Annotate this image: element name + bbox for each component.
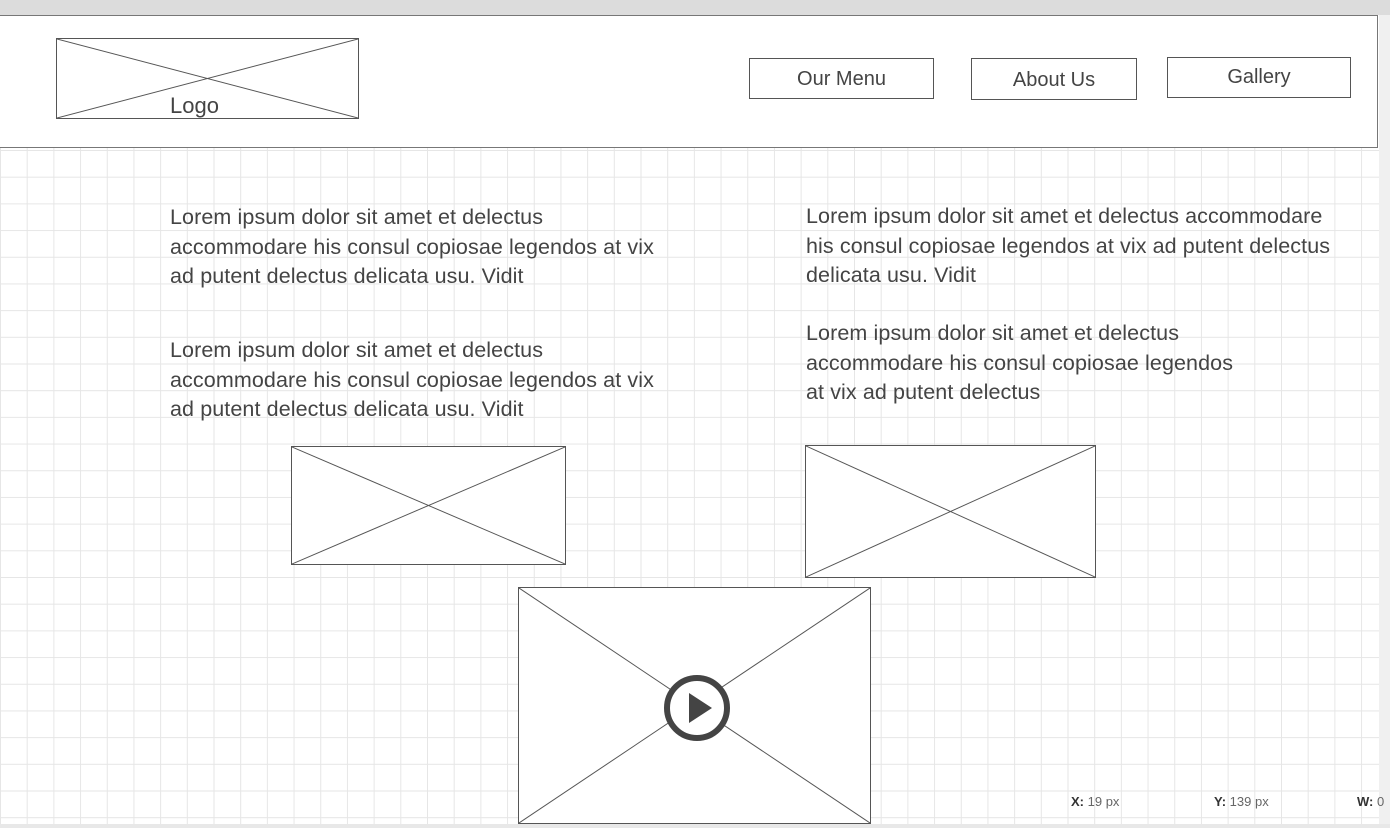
- play-icon[interactable]: [662, 673, 732, 743]
- left-paragraph-2: Lorem ipsum dolor sit amet et delectus a…: [170, 338, 654, 421]
- status-x-readout: X: 19 px: [1071, 794, 1119, 809]
- image-placeholder-right[interactable]: [805, 445, 1096, 578]
- left-paragraph-1: Lorem ipsum dolor sit amet et delectus a…: [170, 205, 654, 288]
- image-placeholder-icon: [292, 447, 565, 564]
- status-w-label: W:: [1357, 794, 1374, 809]
- status-y-label: Y:: [1214, 794, 1227, 809]
- video-placeholder[interactable]: [518, 587, 871, 824]
- right-paragraph-1: Lorem ipsum dolor sit amet et delectus a…: [806, 204, 1331, 287]
- status-x-label: X:: [1071, 794, 1084, 809]
- right-paragraph-2: Lorem ipsum dolor sit amet et delectus a…: [806, 321, 1234, 404]
- logo-label: Logo: [170, 93, 219, 118]
- status-y-value: 139 px: [1229, 794, 1269, 809]
- logo-placeholder[interactable]: Logo: [56, 38, 359, 119]
- nav-our-menu-button[interactable]: Our Menu: [749, 58, 934, 99]
- editor-top-bar: [0, 0, 1390, 15]
- wireframe-header[interactable]: Logo Our Menu About Us Gallery: [0, 15, 1378, 148]
- status-x-value: 19 px: [1087, 794, 1120, 809]
- editor-bottom-edge: [0, 824, 1390, 828]
- status-w-readout: W: 0: [1357, 794, 1384, 809]
- status-w-value: 0: [1377, 794, 1385, 809]
- image-placeholder-left[interactable]: [291, 446, 566, 565]
- nav-gallery-button[interactable]: Gallery: [1167, 57, 1351, 98]
- editor-right-edge: [1379, 15, 1390, 828]
- nav-about-us-button[interactable]: About Us: [971, 58, 1137, 100]
- image-placeholder-icon: [806, 446, 1095, 577]
- status-y-readout: Y: 139 px: [1214, 794, 1269, 809]
